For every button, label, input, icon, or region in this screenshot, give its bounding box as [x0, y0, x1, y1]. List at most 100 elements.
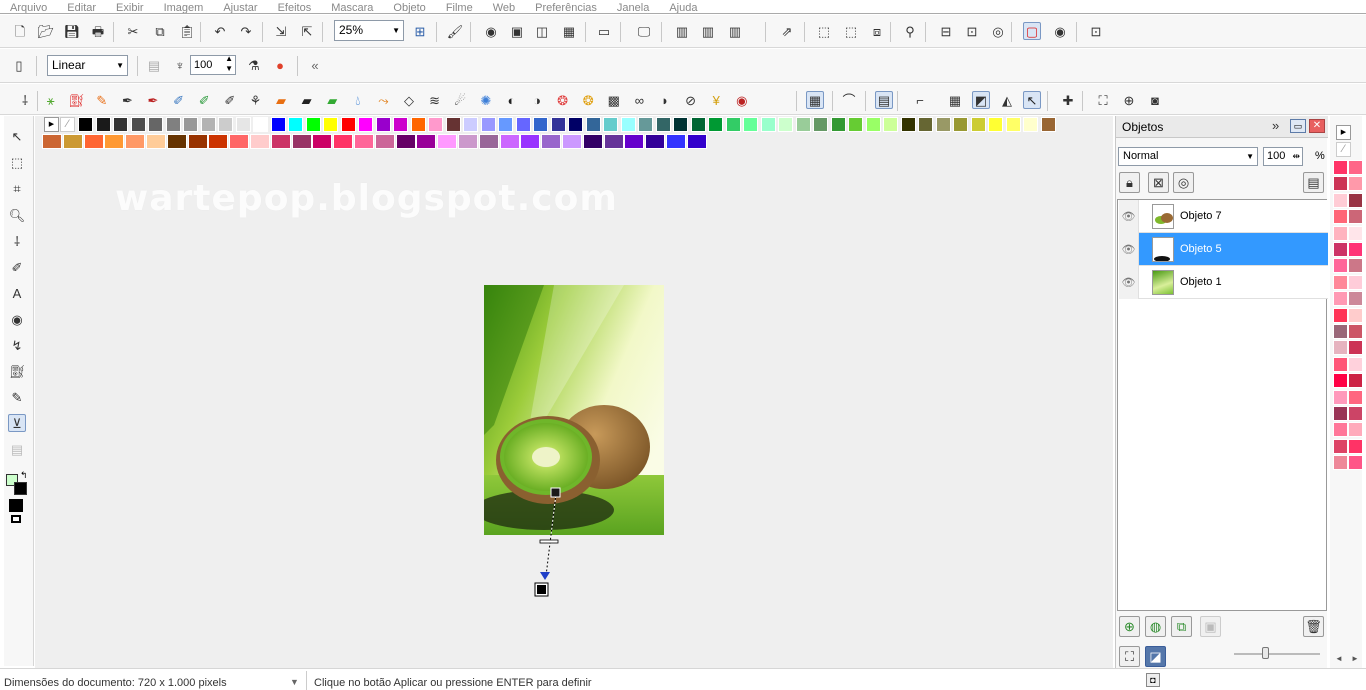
- layers-icon[interactable]: ◫: [533, 22, 551, 40]
- group-icon[interactable]: ⬚: [815, 22, 833, 40]
- color-swatch[interactable]: [1040, 117, 1056, 132]
- chalk-icon[interactable]: ▰: [323, 91, 341, 109]
- color-swatch[interactable]: [42, 134, 62, 149]
- select-arrow-icon[interactable]: ⇗: [778, 22, 796, 40]
- clip-icon[interactable]: ◎: [1173, 172, 1194, 193]
- color-swatch[interactable]: [1333, 455, 1348, 471]
- layer-mode-icon[interactable]: ◪: [1145, 646, 1166, 667]
- color-swatch[interactable]: [918, 117, 933, 132]
- color-swatch[interactable]: [312, 134, 333, 149]
- color-swatch[interactable]: [463, 117, 478, 132]
- color-swatch[interactable]: [1348, 422, 1363, 438]
- color-swatch[interactable]: [393, 117, 408, 132]
- crop-tool-icon[interactable]: ⌗: [8, 179, 26, 197]
- color-swatch[interactable]: [250, 134, 270, 149]
- palette-flyout-icon[interactable]: ▶: [44, 117, 59, 132]
- color-swatch[interactable]: [458, 134, 478, 149]
- menu-item-1[interactable]: Editar: [57, 3, 106, 14]
- thumbnail-size-icon[interactable]: ⛶: [1119, 646, 1140, 667]
- color-swatch[interactable]: [1348, 356, 1363, 372]
- drop-icon[interactable]: 💧︎: [349, 91, 367, 109]
- color-swatch[interactable]: [166, 134, 187, 149]
- color-swatch[interactable]: [83, 134, 104, 149]
- color-swatch[interactable]: [1348, 406, 1363, 421]
- color-swatch[interactable]: [562, 134, 582, 149]
- bucket-icon[interactable]: ⛽︎: [67, 91, 85, 109]
- color-swatch[interactable]: [568, 117, 583, 132]
- color-swatch[interactable]: [395, 134, 416, 149]
- color-swatch[interactable]: [1023, 117, 1038, 132]
- color-swatch[interactable]: [291, 134, 312, 149]
- new-object-icon[interactable]: ⊕: [1119, 616, 1140, 637]
- stroke-swatch[interactable]: [14, 482, 27, 495]
- menu-item-8[interactable]: Filme: [436, 3, 483, 14]
- text-tool-icon[interactable]: A: [8, 284, 26, 302]
- align-icon[interactable]: ⊟: [937, 22, 955, 40]
- color-swatch[interactable]: [865, 117, 881, 132]
- color-swatch[interactable]: [1005, 117, 1021, 132]
- color-swatch[interactable]: [795, 117, 811, 132]
- new-icon[interactable]: 🗋: [11, 22, 29, 40]
- color-swatch[interactable]: [148, 117, 163, 132]
- sponge2-icon[interactable]: ▩: [605, 91, 623, 109]
- minimize-icon[interactable]: ▭: [1290, 119, 1306, 133]
- color-swatch[interactable]: [848, 117, 863, 132]
- color-swatch[interactable]: [645, 134, 666, 149]
- paste-icon[interactable]: 📋︎: [178, 22, 196, 40]
- color-swatch[interactable]: [1333, 291, 1348, 307]
- smear-icon[interactable]: ≋: [426, 91, 444, 109]
- eye-icon[interactable]: ◉: [482, 22, 500, 40]
- opacity-input[interactable]: 100 ▲ ▼: [190, 54, 236, 75]
- copy-icon[interactable]: ⧉: [151, 22, 169, 40]
- eyedropper-tool-icon[interactable]: ⸸: [8, 232, 26, 250]
- color-swatch[interactable]: [445, 117, 461, 132]
- combine-icon[interactable]: ▣: [1200, 616, 1221, 637]
- color-swatch[interactable]: [1333, 373, 1348, 389]
- color-swatch[interactable]: [333, 134, 354, 149]
- color-swatch[interactable]: [953, 117, 968, 132]
- color-swatch[interactable]: [125, 134, 146, 149]
- layer-blend-dropdown[interactable]: Normal ▼: [1118, 147, 1258, 166]
- color-swatch[interactable]: [1348, 324, 1363, 339]
- color-swatch[interactable]: [655, 117, 671, 132]
- color-swatch[interactable]: [1348, 258, 1363, 274]
- color-swatch[interactable]: [541, 134, 562, 149]
- color-swatch[interactable]: [78, 117, 93, 132]
- ruler-icon[interactable]: ⌐: [911, 91, 929, 109]
- color-swatch[interactable]: [1348, 160, 1363, 175]
- fill-tool-icon[interactable]: ⛽︎: [8, 362, 26, 380]
- color-swatch[interactable]: [187, 134, 208, 149]
- zoom-fit-icon[interactable]: ⊕: [1120, 91, 1138, 109]
- plus-icon[interactable]: ✚: [1059, 91, 1077, 109]
- duplicate-object-icon[interactable]: ⧉: [1171, 616, 1192, 637]
- color-swatch[interactable]: [1348, 192, 1363, 208]
- freeze-icon[interactable]: ⚗: [245, 56, 263, 74]
- mask-icon[interactable]: ◎: [989, 22, 1007, 40]
- menu-item-3[interactable]: Imagem: [154, 3, 214, 14]
- lock-transparency-icon[interactable]: ⊠: [1148, 172, 1169, 193]
- view-icon[interactable]: ◙: [1146, 91, 1164, 109]
- snap-icon[interactable]: ◭: [998, 91, 1016, 109]
- color-swatch[interactable]: [1348, 340, 1363, 356]
- fish-icon[interactable]: ◗: [656, 91, 674, 109]
- wand-icon[interactable]: ⚹: [42, 91, 60, 109]
- color-swatch[interactable]: [550, 117, 566, 132]
- color-swatch[interactable]: [690, 117, 706, 132]
- color-swatch[interactable]: [1333, 274, 1348, 290]
- color-swatch[interactable]: [1348, 176, 1363, 192]
- color-swatch[interactable]: [1333, 225, 1348, 241]
- default-colors-icon[interactable]: [11, 515, 21, 523]
- color-swatch[interactable]: [813, 117, 828, 132]
- color-swatch[interactable]: [288, 117, 303, 132]
- brush2-icon[interactable]: ✐: [170, 91, 188, 109]
- mode-icon[interactable]: ▯: [10, 56, 28, 74]
- zoom-dropdown[interactable]: 25% ▼: [334, 20, 404, 41]
- color-swatch[interactable]: [970, 117, 986, 132]
- scroll-left-icon[interactable]: ◄: [1335, 654, 1343, 663]
- color-swatch[interactable]: [1333, 192, 1348, 208]
- color-swatch[interactable]: [666, 134, 686, 149]
- eye-icon[interactable]: 👁︎: [1119, 233, 1139, 266]
- color-swatch[interactable]: [638, 117, 653, 132]
- brush-tool-icon[interactable]: ✎: [8, 388, 26, 406]
- pick-tool-icon[interactable]: ↖: [8, 127, 26, 145]
